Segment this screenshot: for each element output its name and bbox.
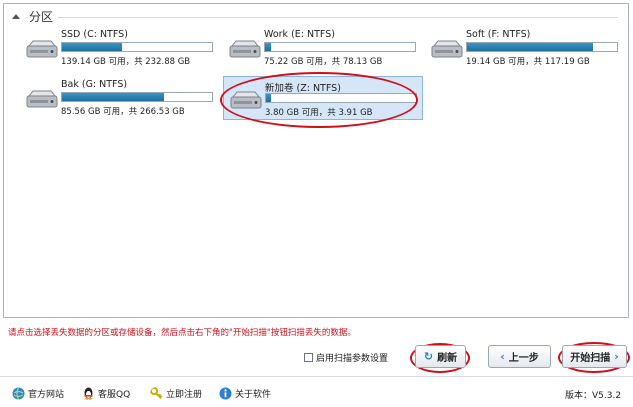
hard-disk-icon (26, 90, 58, 113)
usage-bar (264, 42, 416, 52)
instruction-hint: 请点击选择丢失数据的分区或存储设备，然后点击右下角的"开始扫描"按钮扫描丢失的数… (8, 328, 356, 338)
start-label: 开始扫描 (570, 353, 611, 364)
drive-size: 75.22 GB 可用，共 78.13 GB (264, 57, 383, 67)
qq-penguin-icon (84, 387, 93, 400)
drive-item-e[interactable]: Work (E: NTFS) 75.22 GB 可用，共 78.13 GB (223, 26, 423, 70)
drive-item-z[interactable]: 新加卷 (Z: NTFS) 3.80 GB 可用，共 3.91 GB (223, 76, 423, 120)
chevron-left-icon: ‹ (500, 350, 505, 363)
drive-name: Bak (G: NTFS) (61, 79, 128, 90)
start-scan-button[interactable]: 开始扫描 › (562, 345, 627, 368)
collapse-triangle-icon[interactable] (12, 14, 20, 19)
drive-size: 85.56 GB 可用，共 266.53 GB (61, 107, 185, 117)
usage-bar (61, 42, 213, 52)
version-label: 版本： (565, 391, 593, 401)
footer-link-about[interactable]: 关于软件 (219, 387, 271, 400)
footer-link-website[interactable]: 官方网站 (12, 387, 64, 400)
group-divider (58, 17, 618, 18)
chevron-right-icon: › (614, 350, 619, 363)
drive-name: Work (E: NTFS) (264, 29, 335, 40)
drive-size: 139.14 GB 可用，共 232.88 GB (61, 57, 191, 67)
refresh-label: 刷新 (437, 353, 458, 364)
refresh-icon: ↻ (423, 350, 434, 363)
hard-disk-icon (26, 40, 58, 63)
key-icon (150, 387, 163, 400)
info-icon (219, 387, 232, 400)
drive-size: 3.80 GB 可用，共 3.91 GB (265, 108, 373, 118)
refresh-button[interactable]: ↻ 刷新 (415, 345, 466, 368)
footer-link-qq[interactable]: 客服QQ (82, 387, 130, 400)
back-label: 上一步 (508, 353, 539, 364)
drive-name: Soft (F: NTFS) (466, 29, 531, 40)
group-title: 分区 (29, 9, 54, 24)
usage-bar (61, 92, 213, 102)
checkbox-label: 启用扫描参数设置 (316, 354, 389, 364)
footer-link-register[interactable]: 立即注册 (150, 387, 202, 400)
partition-group-header[interactable]: 分区 (12, 8, 53, 24)
drive-item-g[interactable]: Bak (G: NTFS) 85.56 GB 可用，共 266.53 GB (20, 76, 220, 120)
drive-item-c[interactable]: SSD (C: NTFS) 139.14 GB 可用，共 232.88 GB (20, 26, 220, 70)
drive-name: SSD (C: NTFS) (61, 29, 128, 40)
drive-name: 新加卷 (Z: NTFS) (265, 83, 341, 94)
hard-disk-icon (229, 40, 261, 63)
back-button[interactable]: ‹ 上一步 (488, 345, 551, 368)
globe-icon (12, 387, 25, 400)
drive-size: 19.14 GB 可用，共 117.19 GB (466, 57, 590, 67)
hard-disk-icon (230, 91, 262, 114)
version-value: V5.3.2 (592, 391, 622, 401)
usage-bar (265, 93, 417, 103)
footer-separator (0, 376, 633, 377)
drive-item-f[interactable]: Soft (F: NTFS) 19.14 GB 可用，共 117.19 GB (425, 26, 625, 70)
version-info: 版本：V5.3.2 (565, 388, 621, 401)
checkbox-box[interactable] (304, 353, 313, 362)
scan-params-checkbox[interactable]: 启用扫描参数设置 (304, 351, 388, 364)
hard-disk-icon (431, 40, 463, 63)
usage-bar (466, 42, 618, 52)
partition-panel: 分区 SSD (C: NTFS) 139.14 GB 可用，共 232.88 G… (3, 3, 629, 318)
